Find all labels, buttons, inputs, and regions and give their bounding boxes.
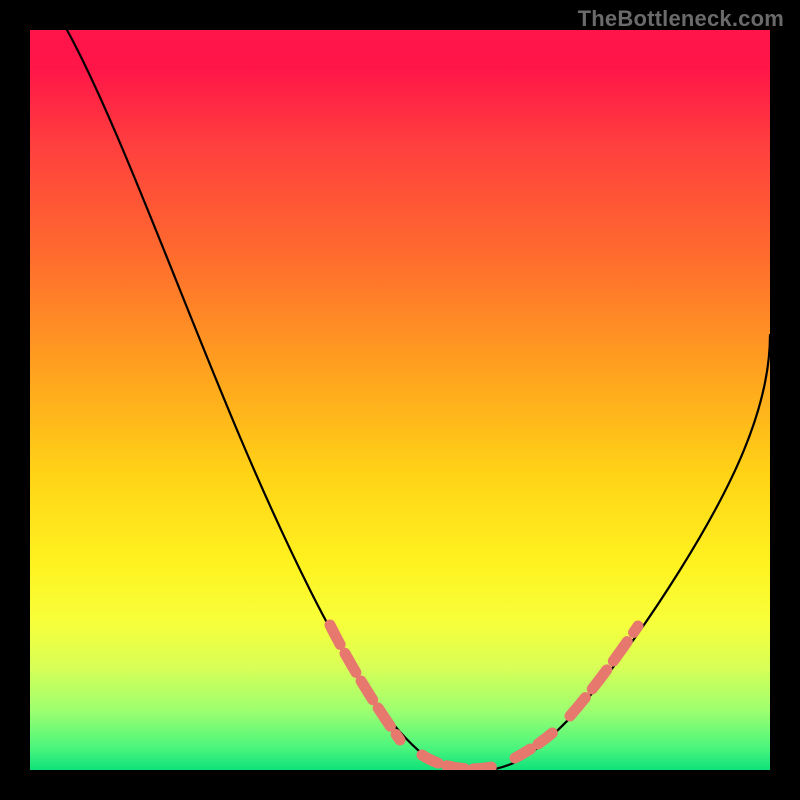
curve-path bbox=[67, 30, 770, 770]
chart-frame: TheBottleneck.com bbox=[0, 0, 800, 800]
bottleneck-curve bbox=[67, 30, 770, 770]
highlight-left bbox=[330, 625, 400, 740]
plot-area bbox=[30, 30, 770, 770]
watermark-text: TheBottleneck.com bbox=[578, 6, 784, 32]
curve-svg bbox=[30, 30, 770, 770]
highlight-right bbox=[570, 626, 638, 716]
highlight-valley bbox=[422, 728, 558, 769]
